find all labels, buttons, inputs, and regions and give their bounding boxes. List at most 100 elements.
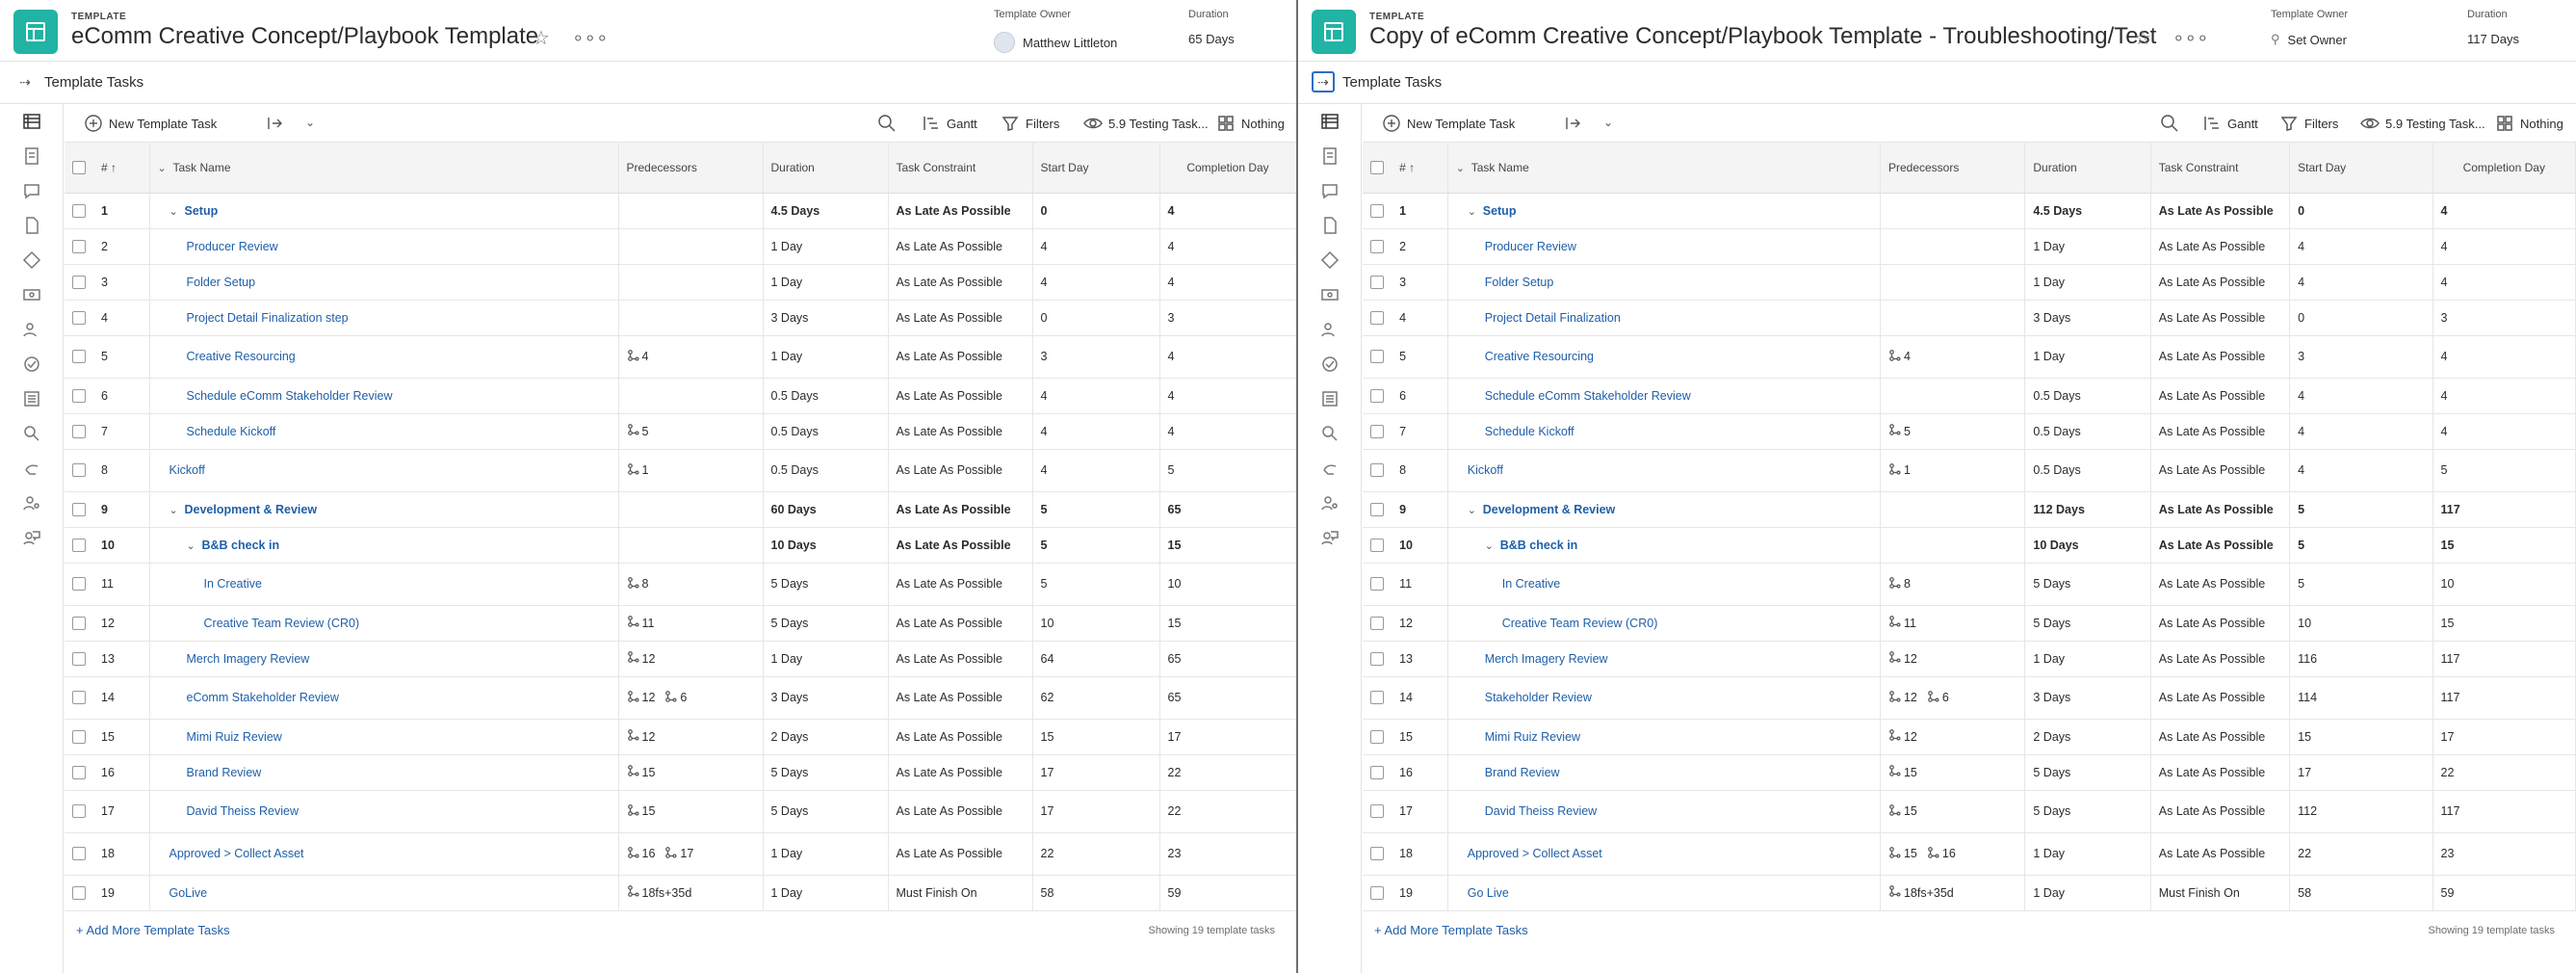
column-completion-day[interactable]: Completion Day — [2433, 143, 2576, 194]
task-name-link[interactable]: Approved > Collect Asset — [1468, 847, 1602, 860]
row-checkbox[interactable] — [72, 388, 86, 403]
start-day-cell[interactable]: 5 — [2289, 563, 2433, 606]
constraint-cell[interactable]: As Late As Possible — [888, 491, 1033, 528]
column-start-day[interactable]: Start Day — [1032, 143, 1160, 194]
row-checkbox[interactable] — [72, 616, 86, 630]
task-name-link[interactable]: Mimi Ruiz Review — [187, 730, 282, 744]
select-all-checkbox[interactable] — [72, 161, 86, 175]
task-name-link[interactable]: GoLive — [169, 886, 208, 900]
start-day-cell[interactable]: 15 — [1032, 719, 1160, 755]
select-all-checkbox[interactable] — [1370, 161, 1384, 175]
task-name-link[interactable]: David Theiss Review — [187, 804, 299, 818]
column-completion-day[interactable]: Completion Day — [1159, 143, 1296, 194]
row-checkbox[interactable] — [1370, 729, 1384, 744]
completion-day-cell[interactable]: 15 — [2433, 605, 2576, 642]
predecessors-cell[interactable] — [1880, 228, 2026, 265]
row-checkbox[interactable] — [1370, 275, 1384, 289]
predecessors-cell[interactable] — [1880, 378, 2026, 414]
predecessors-cell[interactable]: 15 — [618, 790, 764, 833]
duration-cell[interactable]: 10 Days — [763, 527, 889, 564]
table-row[interactable]: 4 Project Detail Finalization step 3 Days A… — [65, 300, 1296, 336]
completion-day-cell[interactable]: 65 — [1159, 491, 1296, 528]
row-checkbox[interactable] — [72, 691, 86, 705]
task-name-link[interactable]: Creative Team Review (CR0) — [204, 617, 360, 630]
task-name-link[interactable]: Folder Setup — [187, 276, 256, 289]
table-row[interactable]: 13 Merch Imagery Review 12 1 Day As Late As … — [1363, 641, 2576, 677]
row-checkbox[interactable] — [72, 804, 86, 819]
predecessors-cell[interactable] — [1880, 264, 2026, 301]
completion-day-cell[interactable]: 4 — [2433, 335, 2576, 379]
row-checkbox[interactable] — [72, 847, 86, 861]
duration-cell[interactable]: 4.5 Days — [763, 193, 889, 229]
row-checkbox[interactable] — [1370, 463, 1384, 478]
start-day-cell[interactable]: 10 — [1032, 605, 1160, 642]
chevron-down-icon[interactable]: ⌄ — [169, 205, 185, 218]
constraint-cell[interactable]: As Late As Possible — [888, 378, 1033, 414]
predecessor-link[interactable]: 6 — [1927, 690, 1949, 706]
duration-cell[interactable]: 4.5 Days — [2024, 193, 2151, 229]
predecessor-link[interactable]: 18fs+35d — [1888, 884, 1954, 901]
table-row[interactable]: 8 Kickoff 1 0.5 Days As Late As Possible 4 5 — [1363, 449, 2576, 492]
table-row[interactable]: 5 Creative Resourcing 4 1 Day As Late As Pos… — [65, 335, 1296, 379]
constraint-cell[interactable]: As Late As Possible — [2150, 413, 2291, 450]
completion-day-cell[interactable]: 22 — [1159, 754, 1296, 791]
predecessor-link[interactable]: 12 — [627, 690, 655, 706]
completion-day-cell[interactable]: 22 — [1159, 790, 1296, 833]
duration-cell[interactable]: 60 Days — [763, 491, 889, 528]
predecessors-cell[interactable] — [618, 491, 764, 528]
predecessors-cell[interactable]: 12 6 — [618, 676, 764, 720]
completion-day-cell[interactable]: 5 — [2433, 449, 2576, 492]
predecessor-link[interactable]: 16 — [1927, 846, 1956, 862]
template-title[interactable]: eComm Creative Concept/Playbook Template — [71, 23, 538, 50]
duration-cell[interactable]: 0.5 Days — [2024, 449, 2151, 492]
constraint-cell[interactable]: Must Finish On — [888, 875, 1033, 911]
chevron-down-icon[interactable]: ⌄ — [1603, 116, 1613, 129]
grouping-button[interactable]: Nothing — [2495, 114, 2563, 133]
table-row[interactable]: 6 Schedule eComm Stakeholder Review 0.5 Da… — [1363, 378, 2576, 414]
completion-day-cell[interactable]: 59 — [2433, 875, 2576, 911]
constraint-cell[interactable]: As Late As Possible — [2150, 527, 2291, 564]
start-day-cell[interactable]: 116 — [2289, 641, 2433, 677]
table-row[interactable]: 6 Schedule eComm Stakeholder Review 0.5 Da… — [65, 378, 1296, 414]
predecessor-link[interactable]: 18fs+35d — [627, 884, 691, 901]
start-day-cell[interactable]: 3 — [1032, 335, 1160, 379]
start-day-cell[interactable]: 5 — [1032, 491, 1160, 528]
more-options-icon[interactable]: ∘∘∘ — [572, 26, 609, 50]
start-day-cell[interactable]: 4 — [2289, 449, 2433, 492]
nav-user-settings-icon[interactable] — [0, 486, 64, 520]
table-row[interactable]: 15 Mimi Ruiz Review 12 2 Days As Late As Pos… — [1363, 719, 2576, 755]
nav-cost-icon[interactable] — [1298, 416, 1362, 451]
task-name-link[interactable]: Project Detail Finalization — [1485, 311, 1621, 325]
predecessors-cell[interactable]: 4 — [1880, 335, 2026, 379]
duration-cell[interactable]: 1 Day — [2024, 228, 2151, 265]
duration-cell[interactable]: 0.5 Days — [763, 413, 889, 450]
predecessor-link[interactable]: 5 — [627, 423, 648, 439]
predecessors-cell[interactable] — [1880, 491, 2026, 528]
grouping-button[interactable]: Nothing — [1216, 114, 1285, 133]
search-icon[interactable] — [2160, 114, 2179, 133]
table-row[interactable]: 17 David Theiss Review 15 5 Days As Late As … — [1363, 790, 2576, 833]
duration-cell[interactable]: 5 Days — [763, 605, 889, 642]
row-checkbox[interactable] — [72, 538, 86, 552]
duration-cell[interactable]: 112 Days — [2024, 491, 2151, 528]
table-row[interactable]: 3 Folder Setup 1 Day As Late As Possible 4 4 — [65, 264, 1296, 301]
row-checkbox[interactable] — [72, 729, 86, 744]
task-name-link[interactable]: Setup — [1483, 204, 1517, 218]
completion-day-cell[interactable]: 117 — [2433, 491, 2576, 528]
predecessors-cell[interactable] — [1880, 527, 2026, 564]
start-day-cell[interactable]: 4 — [2289, 413, 2433, 450]
predecessors-cell[interactable]: 5 — [1880, 413, 2026, 450]
task-name-link[interactable]: Go Live — [1468, 886, 1509, 900]
start-day-cell[interactable]: 4 — [2289, 378, 2433, 414]
duration-cell[interactable]: 0.5 Days — [2024, 378, 2151, 414]
predecessors-cell[interactable]: 11 — [1880, 605, 2026, 642]
completion-day-cell[interactable]: 5 — [1159, 449, 1296, 492]
star-icon[interactable]: ☆ — [2134, 26, 2151, 50]
start-day-cell[interactable]: 3 — [2289, 335, 2433, 379]
start-day-cell[interactable]: 4 — [2289, 228, 2433, 265]
constraint-cell[interactable]: As Late As Possible — [888, 193, 1033, 229]
predecessors-cell[interactable]: 15 — [618, 754, 764, 791]
completion-day-cell[interactable]: 4 — [1159, 378, 1296, 414]
duration-cell[interactable]: 1 Day — [2024, 264, 2151, 301]
duration-cell[interactable]: 5 Days — [763, 563, 889, 606]
